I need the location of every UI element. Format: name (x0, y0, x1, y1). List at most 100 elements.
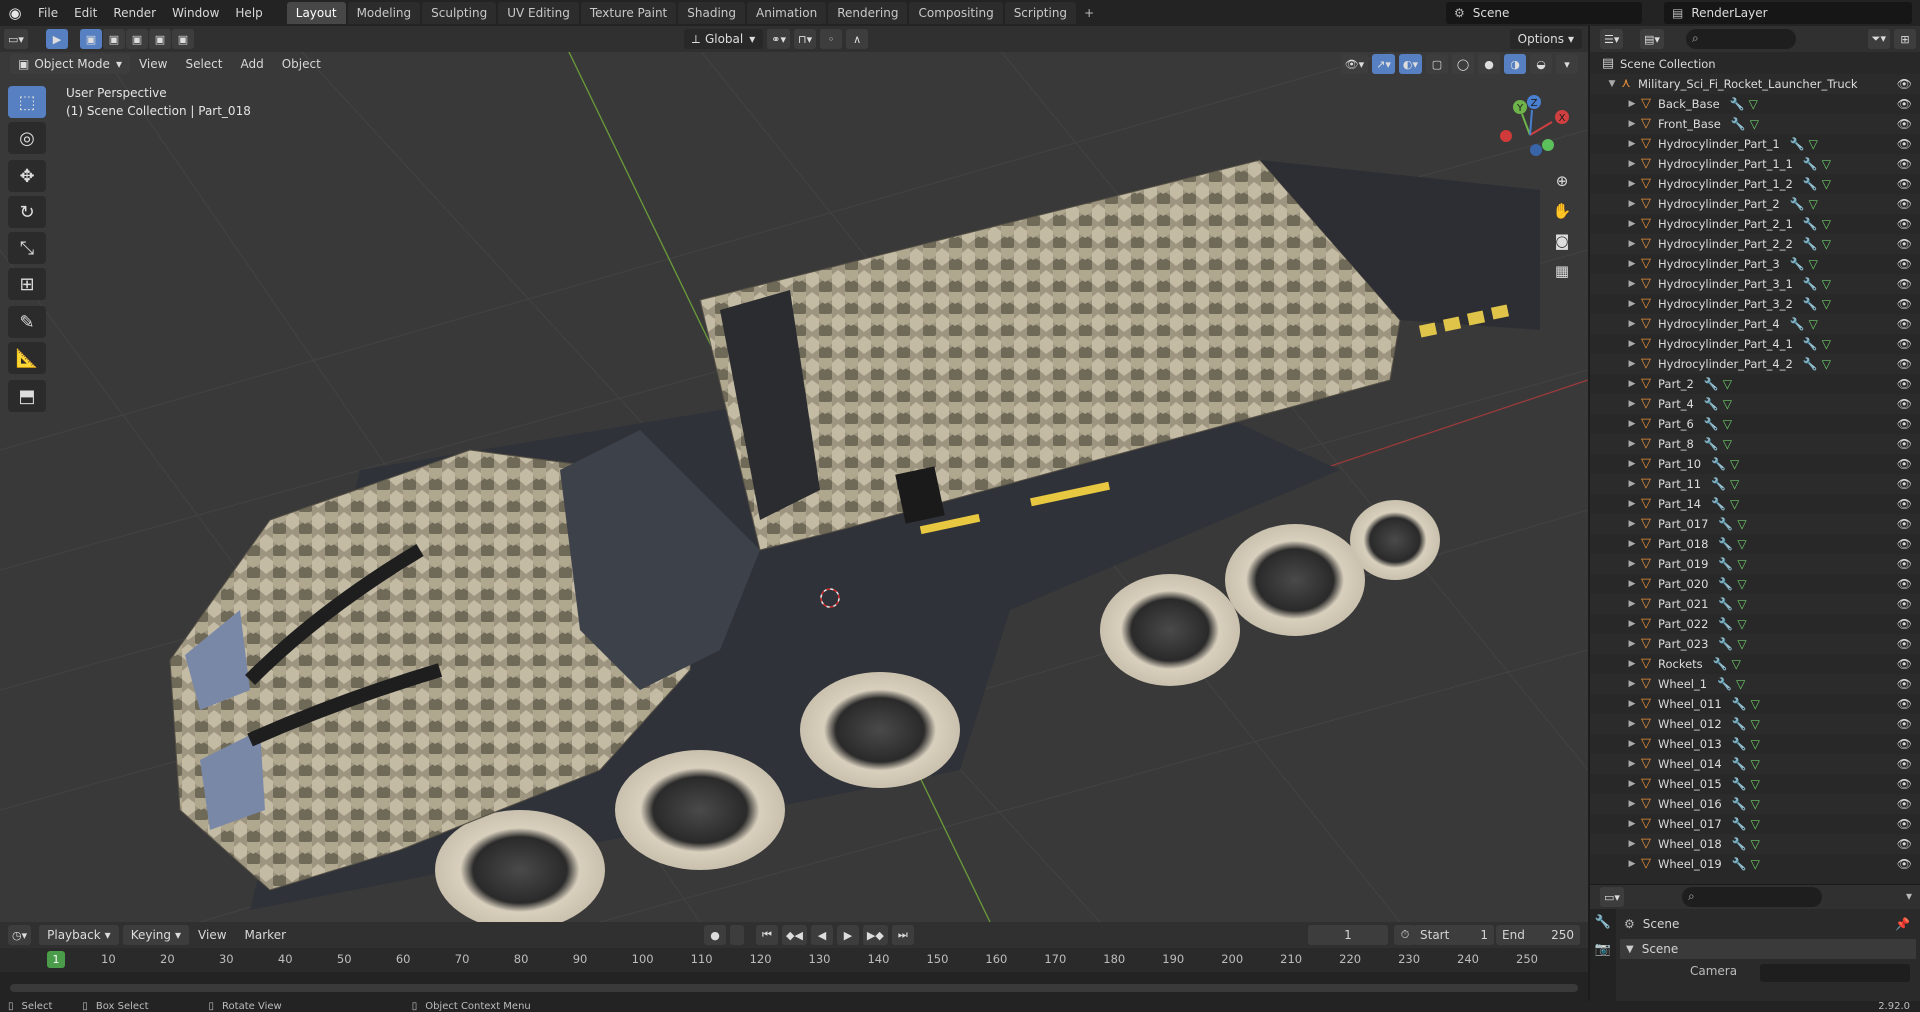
expand-right-icon[interactable]: ▶ (1626, 694, 1638, 714)
outliner-item-part[interactable]: ▶ ▽ Part_8 🔧 ▽ 👁 (1590, 434, 1920, 454)
visibility-eye-icon[interactable]: 👁 (1897, 154, 1912, 174)
visibility-eye-icon[interactable]: 👁 (1897, 174, 1912, 194)
modifier-wrench-icon[interactable]: 🔧 (1718, 594, 1733, 614)
mesh-data-icon[interactable]: ▽ (1822, 214, 1831, 234)
modifier-wrench-icon[interactable]: 🔧 (1732, 774, 1747, 794)
mesh-data-icon[interactable]: ▽ (1737, 534, 1746, 554)
modifier-wrench-icon[interactable]: 🔧 (1718, 634, 1733, 654)
pan-hand-icon[interactable]: ✋ (1549, 198, 1575, 224)
properties-editor-type-icon[interactable]: ▭▾ (1600, 887, 1624, 907)
expand-right-icon[interactable]: ▶ (1626, 334, 1638, 354)
expand-right-icon[interactable]: ▶ (1626, 714, 1638, 734)
expand-right-icon[interactable]: ▶ (1626, 774, 1638, 794)
tab-texture-paint[interactable]: Texture Paint (580, 2, 677, 24)
mesh-data-icon[interactable]: ▽ (1737, 634, 1746, 654)
timeline-menu-marker[interactable]: Marker (236, 928, 295, 942)
tab-shading[interactable]: Shading (678, 2, 745, 24)
visibility-eye-icon[interactable]: 👁 (1897, 414, 1912, 434)
visibility-eye-icon[interactable]: 👁 (1897, 474, 1912, 494)
start-frame-field[interactable]: Start 1 (1414, 925, 1494, 945)
modifier-wrench-icon[interactable]: 🔧 (1732, 854, 1747, 874)
modifier-wrench-icon[interactable]: 🔧 (1704, 394, 1719, 414)
mesh-data-icon[interactable]: ▽ (1736, 674, 1745, 694)
tab-sculpting[interactable]: Sculpting (422, 2, 497, 24)
visibility-eye-icon[interactable]: 👁 (1897, 434, 1912, 454)
select-new-icon[interactable]: ▣ (79, 29, 102, 49)
visibility-eye-icon[interactable]: 👁 (1897, 654, 1912, 674)
modifier-wrench-icon[interactable]: 🔧 (1713, 654, 1728, 674)
outliner-item-part[interactable]: ▶ ▽ Front_Base 🔧 ▽ 👁 (1590, 114, 1920, 134)
visibility-eye-icon[interactable]: 👁 (1897, 614, 1912, 634)
expand-right-icon[interactable]: ▶ (1626, 434, 1638, 454)
measure-tool-icon[interactable]: 📐 (8, 342, 46, 374)
expand-right-icon[interactable]: ▶ (1626, 594, 1638, 614)
mesh-data-icon[interactable]: ▽ (1809, 254, 1818, 274)
rotate-tool-icon[interactable]: ↻ (8, 196, 46, 228)
visibility-eye-icon[interactable]: 👁 (1897, 234, 1912, 254)
mesh-data-icon[interactable]: ▽ (1751, 834, 1760, 854)
mesh-data-icon[interactable]: ▽ (1737, 554, 1746, 574)
viewport-menu-add[interactable]: Add (231, 57, 272, 71)
new-collection-icon[interactable]: ⊞ (1894, 29, 1916, 49)
modifier-wrench-icon[interactable]: 🔧 (1803, 334, 1818, 354)
menu-help[interactable]: Help (227, 0, 270, 26)
mesh-data-icon[interactable]: ▽ (1723, 374, 1732, 394)
visibility-eye-icon[interactable]: 👁 (1897, 354, 1912, 374)
visibility-eye-icon[interactable]: 👁 (1897, 214, 1912, 234)
outliner-item-part[interactable]: ▶ ▽ Part_11 🔧 ▽ 👁 (1590, 474, 1920, 494)
mesh-data-icon[interactable]: ▽ (1723, 414, 1732, 434)
mesh-data-icon[interactable]: ▽ (1809, 134, 1818, 154)
move-tool-icon[interactable]: ✥ (8, 160, 46, 192)
expand-right-icon[interactable]: ▶ (1626, 814, 1638, 834)
material-shading-icon[interactable]: ◑ (1504, 54, 1526, 74)
proportional-edit-icon[interactable]: ◦ (820, 29, 843, 49)
outliner-item-part[interactable]: ▶ ▽ Rockets 🔧 ▽ 👁 (1590, 654, 1920, 674)
cursor-tool-icon[interactable]: ◎ (8, 122, 46, 154)
truck-model[interactable] (169, 159, 1540, 922)
playback-dropdown[interactable]: Playback ▾ (39, 925, 119, 945)
outliner-item-part[interactable]: ▶ ▽ Part_019 🔧 ▽ 👁 (1590, 554, 1920, 574)
visibility-eye-icon[interactable]: 👁 (1897, 554, 1912, 574)
outliner-item-part[interactable]: ▶ ▽ Hydrocylinder_Part_3 🔧 ▽ 👁 (1590, 254, 1920, 274)
outliner-item-part[interactable]: ▶ ▽ Hydrocylinder_Part_2_2 🔧 ▽ 👁 (1590, 234, 1920, 254)
modifier-wrench-icon[interactable]: 🔧 (1711, 494, 1726, 514)
mesh-data-icon[interactable]: ▽ (1809, 314, 1818, 334)
modifier-wrench-icon[interactable]: 🔧 (1790, 314, 1805, 334)
viewport-menu-view[interactable]: View (130, 57, 176, 71)
modifier-wrench-icon[interactable]: 🔧 (1803, 214, 1818, 234)
visibility-eye-icon[interactable]: 👁 (1897, 94, 1912, 114)
visibility-eye-icon[interactable]: 👁 (1897, 374, 1912, 394)
expand-right-icon[interactable]: ▶ (1626, 134, 1638, 154)
expand-right-icon[interactable]: ▶ (1626, 534, 1638, 554)
visibility-eye-icon[interactable]: 👁 (1897, 794, 1912, 814)
expand-right-icon[interactable]: ▶ (1626, 754, 1638, 774)
outliner-item-part[interactable]: ▶ ▽ Part_018 🔧 ▽ 👁 (1590, 534, 1920, 554)
solid-shading-icon[interactable]: ● (1478, 54, 1500, 74)
outliner-item-part[interactable]: ▶ ▽ Wheel_013 🔧 ▽ 👁 (1590, 734, 1920, 754)
keying-dropdown[interactable]: Keying ▾ (122, 925, 190, 945)
visibility-eye-icon[interactable]: 👁 (1897, 254, 1912, 274)
outliner-item-part[interactable]: ▶ ▽ Hydrocylinder_Part_4_1 🔧 ▽ 👁 (1590, 334, 1920, 354)
expand-right-icon[interactable]: ▶ (1626, 414, 1638, 434)
expand-down-icon[interactable]: ▼ (1606, 74, 1618, 94)
expand-right-icon[interactable]: ▶ (1626, 794, 1638, 814)
visibility-eye-icon[interactable]: 👁 (1897, 774, 1912, 794)
modifier-wrench-icon[interactable]: 🔧 (1790, 194, 1805, 214)
tab-compositing[interactable]: Compositing (909, 2, 1003, 24)
menu-edit[interactable]: Edit (66, 0, 105, 26)
mesh-data-icon[interactable]: ▽ (1822, 234, 1831, 254)
modifier-wrench-icon[interactable]: 🔧 (1803, 234, 1818, 254)
outliner-item-part[interactable]: ▶ ▽ Hydrocylinder_Part_4_2 🔧 ▽ 👁 (1590, 354, 1920, 374)
expand-right-icon[interactable]: ▶ (1626, 194, 1638, 214)
mesh-data-icon[interactable]: ▽ (1730, 474, 1739, 494)
outliner-item-part[interactable]: ▶ ▽ Wheel_1 🔧 ▽ 👁 (1590, 674, 1920, 694)
jump-end-icon[interactable]: ⏭ (891, 925, 914, 945)
modifier-wrench-icon[interactable]: 🔧 (1704, 414, 1719, 434)
expand-right-icon[interactable]: ▶ (1626, 394, 1638, 414)
expand-right-icon[interactable]: ▶ (1626, 114, 1638, 134)
outliner-item-part[interactable]: ▶ ▽ Hydrocylinder_Part_1_1 🔧 ▽ 👁 (1590, 154, 1920, 174)
pivot-point-icon[interactable]: ⚭▾ (767, 29, 790, 49)
outliner-item-part[interactable]: ▶ ▽ Wheel_019 🔧 ▽ 👁 (1590, 854, 1920, 874)
visibility-eye-icon[interactable]: 👁 (1897, 834, 1912, 854)
next-keyframe-icon[interactable]: ▶◆ (862, 925, 888, 945)
